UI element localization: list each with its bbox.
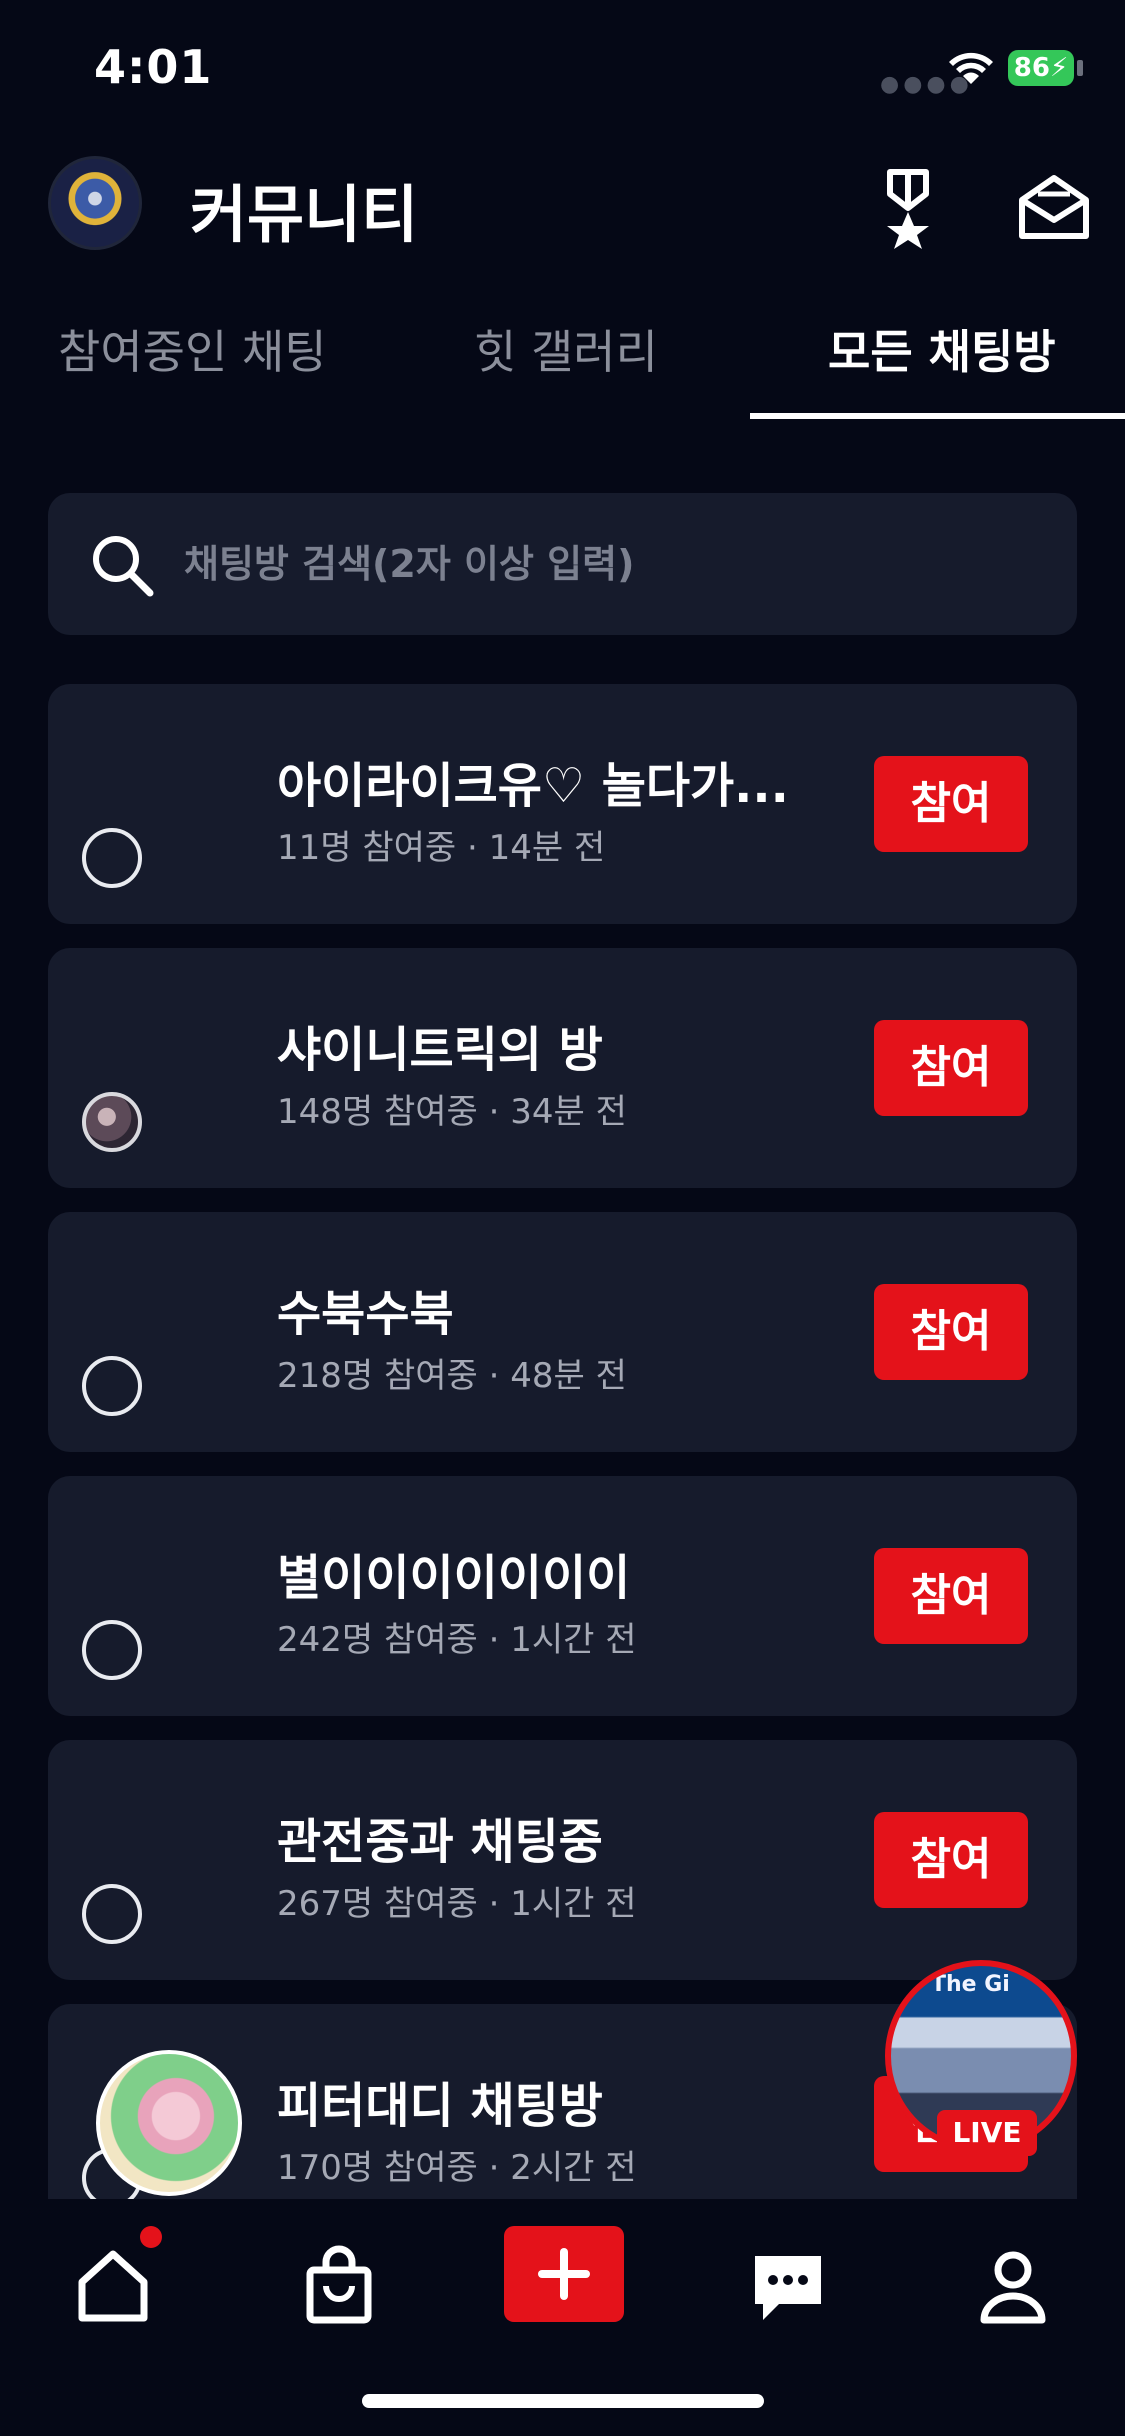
room-meta: 242명 참여중 · 1시간 전 bbox=[277, 1620, 637, 1660]
join-button[interactable]: 참여 bbox=[874, 1020, 1028, 1116]
mailbox-icon[interactable] bbox=[1016, 170, 1092, 242]
shop-bag-icon[interactable] bbox=[294, 2240, 384, 2330]
room-thumbnail bbox=[82, 1884, 142, 1944]
tab-joined-chats[interactable]: 참여중인 채팅 bbox=[58, 316, 327, 382]
room-thumbnail bbox=[82, 1356, 142, 1416]
room-title: 피터대디 채팅방 bbox=[277, 2078, 603, 2134]
plus-icon bbox=[538, 2248, 590, 2300]
home-indicator bbox=[362, 2394, 764, 2408]
join-button[interactable]: 참여 bbox=[874, 1812, 1028, 1908]
app-header: 커뮤니티 bbox=[0, 150, 1125, 260]
active-tab-indicator bbox=[750, 413, 1125, 419]
live-badge: LIVE bbox=[937, 2110, 1037, 2156]
medal-icon[interactable] bbox=[872, 168, 944, 250]
chatroom-card[interactable]: 아이라이크유♡ 놀다가... 11명 참여중 · 14분 전 참여 bbox=[48, 684, 1077, 924]
search-bar bbox=[48, 493, 1077, 635]
status-bar: 4:01 ●●●● 86⚡ bbox=[0, 0, 1125, 140]
chatroom-card[interactable]: 관전중과 채팅중 267명 참여중 · 1시간 전 참여 bbox=[48, 1740, 1077, 1980]
room-thumbnail bbox=[82, 1092, 142, 1152]
chatroom-card[interactable]: 별이이이이이이이 242명 참여중 · 1시간 전 참여 bbox=[48, 1476, 1077, 1716]
chatroom-card[interactable]: 샤이니트릭의 방 148명 참여중 · 34분 전 참여 bbox=[48, 948, 1077, 1188]
room-title: 샤이니트릭의 방 bbox=[277, 1022, 603, 1078]
battery-level: 86 bbox=[1013, 53, 1050, 83]
room-thumbnail bbox=[82, 1620, 142, 1680]
room-meta: 148명 참여중 · 34분 전 bbox=[277, 1092, 627, 1132]
profile-avatar[interactable] bbox=[48, 156, 142, 250]
room-meta: 170명 참여중 · 2시간 전 bbox=[277, 2148, 637, 2188]
live-thumbnail-sign: The Gi bbox=[931, 1972, 1010, 1997]
notification-dot bbox=[140, 2226, 162, 2248]
search-input[interactable] bbox=[184, 525, 1044, 603]
tab-hit-gallery[interactable]: 힛 갤러리 bbox=[474, 316, 658, 382]
chatroom-list: 아이라이크유♡ 놀다가... 11명 참여중 · 14분 전 참여 샤이니트릭의… bbox=[48, 684, 1077, 2199]
profile-icon[interactable] bbox=[968, 2240, 1058, 2330]
battery-icon: 86⚡ bbox=[1008, 50, 1074, 86]
add-button[interactable] bbox=[504, 2226, 624, 2322]
room-card-image bbox=[96, 2050, 242, 2196]
room-title: 별이이이이이이이 bbox=[277, 1550, 631, 1606]
room-title: 관전중과 채팅중 bbox=[277, 1814, 603, 1870]
room-meta: 267명 참여중 · 1시간 전 bbox=[277, 1884, 637, 1924]
chat-icon[interactable] bbox=[743, 2240, 833, 2330]
join-button[interactable]: 참여 bbox=[874, 1284, 1028, 1380]
tab-bar: 참여중인 채팅 힛 갤러리 모든 채팅방 bbox=[0, 300, 1125, 420]
tab-all-chatrooms[interactable]: 모든 채팅방 bbox=[828, 316, 1056, 382]
room-meta: 218명 참여중 · 48분 전 bbox=[277, 1356, 627, 1396]
chatroom-card[interactable]: 수북수북 218명 참여중 · 48분 전 참여 bbox=[48, 1212, 1077, 1452]
status-time: 4:01 bbox=[94, 40, 213, 94]
battery-tip bbox=[1077, 60, 1083, 76]
room-thumbnail bbox=[82, 828, 142, 888]
room-meta: 11명 참여중 · 14분 전 bbox=[277, 828, 606, 868]
join-button[interactable]: 참여 bbox=[874, 756, 1028, 852]
page-title: 커뮤니티 bbox=[190, 178, 419, 251]
search-icon bbox=[93, 536, 154, 597]
home-icon[interactable] bbox=[68, 2240, 158, 2330]
room-title: 아이라이크유♡ 놀다가... bbox=[277, 758, 789, 814]
join-button[interactable]: 참여 bbox=[874, 1548, 1028, 1644]
room-title: 수북수북 bbox=[277, 1286, 454, 1342]
wifi-icon bbox=[949, 52, 993, 84]
